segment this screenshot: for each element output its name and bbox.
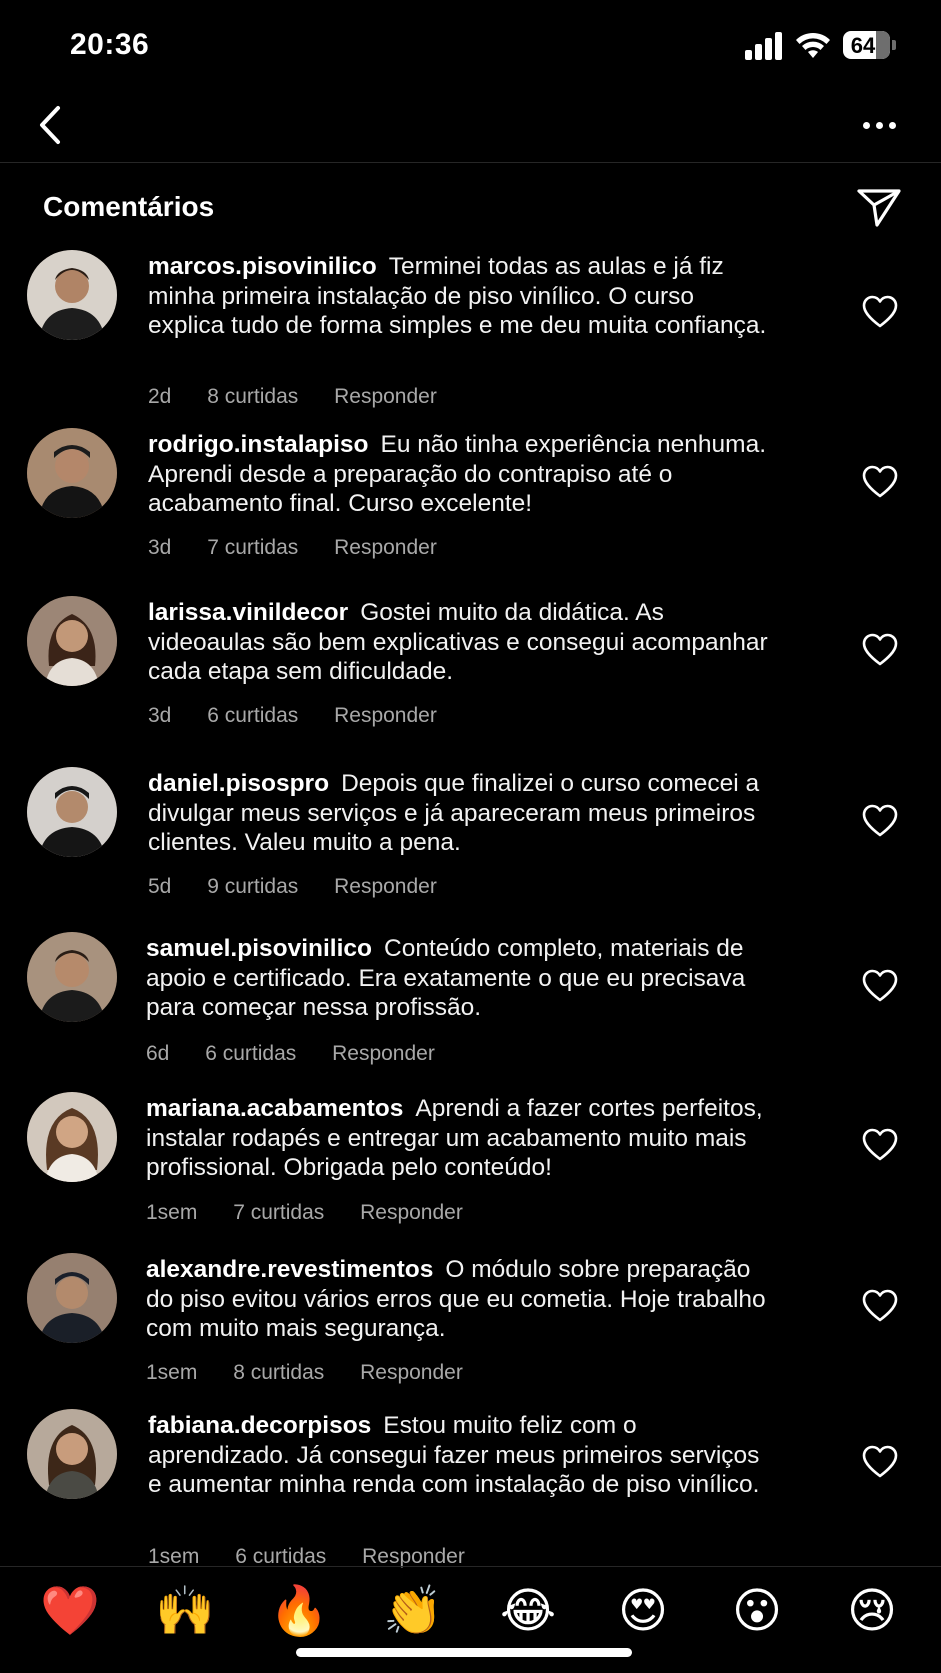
top-nav <box>0 90 941 163</box>
avatar[interactable] <box>27 428 117 518</box>
avatar[interactable] <box>27 1253 117 1343</box>
comment-likes[interactable]: 7 curtidas <box>233 1201 324 1224</box>
comment-likes[interactable]: 6 curtidas <box>235 1545 326 1568</box>
avatar-photo <box>27 428 117 518</box>
battery-icon: 64 <box>843 31 896 59</box>
page-title: Comentários <box>43 191 215 222</box>
comment-time: 6d <box>146 1042 170 1065</box>
battery-level: 64 <box>850 33 876 58</box>
avatar-photo <box>27 250 117 340</box>
status-bar: 20:36 64 <box>0 0 941 90</box>
like-heart-icon[interactable] <box>862 633 898 667</box>
like-heart-icon[interactable] <box>862 1128 898 1162</box>
comment-meta: 1sem 7 curtidas Responder <box>146 1201 493 1225</box>
comment-username[interactable]: alexandre.revestimentos <box>146 1256 433 1283</box>
comment-text-block: mariana.acabamentos Aprendi a fazer corte… <box>146 1094 766 1183</box>
reply-button[interactable]: Responder <box>334 385 437 408</box>
reply-button[interactable]: Responder <box>360 1361 463 1384</box>
comment-time: 3d <box>148 536 172 559</box>
comment-meta: 6d 6 curtidas Responder <box>146 1042 465 1066</box>
like-heart-icon[interactable] <box>862 465 898 499</box>
like-heart-icon[interactable] <box>862 295 898 329</box>
avatar[interactable] <box>27 596 117 686</box>
comment-meta: 2d 8 curtidas Responder <box>148 385 467 409</box>
home-indicator[interactable] <box>296 1648 632 1657</box>
comment-meta: 3d 7 curtidas Responder <box>148 536 467 560</box>
avatar-photo <box>27 596 117 686</box>
wifi-icon <box>796 32 830 58</box>
raising-hands-emoji[interactable]: 🙌 <box>155 1581 215 1641</box>
reply-button[interactable]: Responder <box>334 536 437 559</box>
avatar-photo <box>27 932 117 1022</box>
comment-meta: 1sem 8 curtidas Responder <box>146 1361 493 1385</box>
open-mouth-emoji[interactable]: 😮 <box>727 1581 787 1641</box>
comment-meta: 5d 9 curtidas Responder <box>148 875 467 899</box>
avatar-photo <box>27 767 117 857</box>
tears-of-joy-emoji[interactable]: 😂 <box>498 1581 558 1641</box>
comment-meta: 3d 6 curtidas Responder <box>148 704 467 728</box>
clapping-hands-emoji[interactable]: 👏 <box>383 1581 443 1641</box>
comment-likes[interactable]: 6 curtidas <box>205 1042 296 1065</box>
reply-button[interactable]: Responder <box>362 1545 465 1568</box>
comments-header: Comentários <box>0 185 941 235</box>
comment-username[interactable]: samuel.pisovinilico <box>146 935 372 962</box>
reply-button[interactable]: Responder <box>360 1201 463 1224</box>
comment-text-block: alexandre.revestimentos O módulo sobre pr… <box>146 1255 766 1344</box>
comment-likes[interactable]: 8 curtidas <box>207 385 298 408</box>
avatar-photo <box>27 1253 117 1343</box>
comment-username[interactable]: rodrigo.instalapiso <box>148 431 369 458</box>
comment-time: 5d <box>148 875 172 898</box>
heart-eyes-emoji[interactable]: 😍 <box>613 1581 673 1641</box>
comment-username[interactable]: larissa.vinildecor <box>148 599 348 626</box>
comment-text-block: marcos.pisovinilico Terminei todas as aul… <box>148 252 768 341</box>
like-heart-icon[interactable] <box>862 1289 898 1323</box>
comment-time: 1sem <box>146 1361 198 1384</box>
avatar-photo <box>27 1409 117 1499</box>
comment-username[interactable]: marcos.pisovinilico <box>148 253 377 280</box>
back-arrow-icon[interactable] <box>30 100 74 150</box>
avatar-photo <box>27 1092 117 1182</box>
send-icon[interactable] <box>855 185 903 229</box>
avatar[interactable] <box>27 250 117 340</box>
comment-likes[interactable]: 8 curtidas <box>233 1361 324 1384</box>
cellular-signal-icon <box>745 32 785 60</box>
comment-username[interactable]: fabiana.decorpisos <box>148 1412 371 1439</box>
like-heart-icon[interactable] <box>862 1445 898 1479</box>
more-options-icon[interactable] <box>855 110 905 140</box>
comment-text-block: daniel.pisospro Depois que finalizei o cu… <box>148 769 768 858</box>
avatar[interactable] <box>27 1409 117 1499</box>
reply-button[interactable]: Responder <box>334 875 437 898</box>
comment-time: 2d <box>148 385 172 408</box>
comment-username[interactable]: daniel.pisospro <box>148 770 329 797</box>
comment-username[interactable]: mariana.acabamentos <box>146 1095 403 1122</box>
clock: 20:36 <box>70 28 150 61</box>
avatar[interactable] <box>27 932 117 1022</box>
comment-likes[interactable]: 7 curtidas <box>207 536 298 559</box>
red-heart-emoji[interactable]: ❤️ <box>40 1581 100 1641</box>
comment-text-block: fabiana.decorpisos Estou muito feliz com … <box>148 1411 768 1500</box>
comment-text-block: samuel.pisovinilico Conteúdo completo, ma… <box>146 934 766 1023</box>
avatar[interactable] <box>27 1092 117 1182</box>
comment-likes[interactable]: 6 curtidas <box>207 704 298 727</box>
fire-emoji[interactable]: 🔥 <box>269 1581 329 1641</box>
comment-likes[interactable]: 9 curtidas <box>207 875 298 898</box>
crying-face-emoji[interactable]: 😢 <box>842 1581 902 1641</box>
like-heart-icon[interactable] <box>862 969 898 1003</box>
comment-time: 1sem <box>146 1201 198 1224</box>
comment-time: 1sem <box>148 1545 200 1568</box>
comment-time: 3d <box>148 704 172 727</box>
avatar[interactable] <box>27 767 117 857</box>
comment-text-block: rodrigo.instalapiso Eu não tinha experiên… <box>148 430 768 519</box>
reply-button[interactable]: Responder <box>332 1042 435 1065</box>
reply-button[interactable]: Responder <box>334 704 437 727</box>
comment-text-block: larissa.vinildecor Gostei muito da didáti… <box>148 598 768 687</box>
like-heart-icon[interactable] <box>862 804 898 838</box>
